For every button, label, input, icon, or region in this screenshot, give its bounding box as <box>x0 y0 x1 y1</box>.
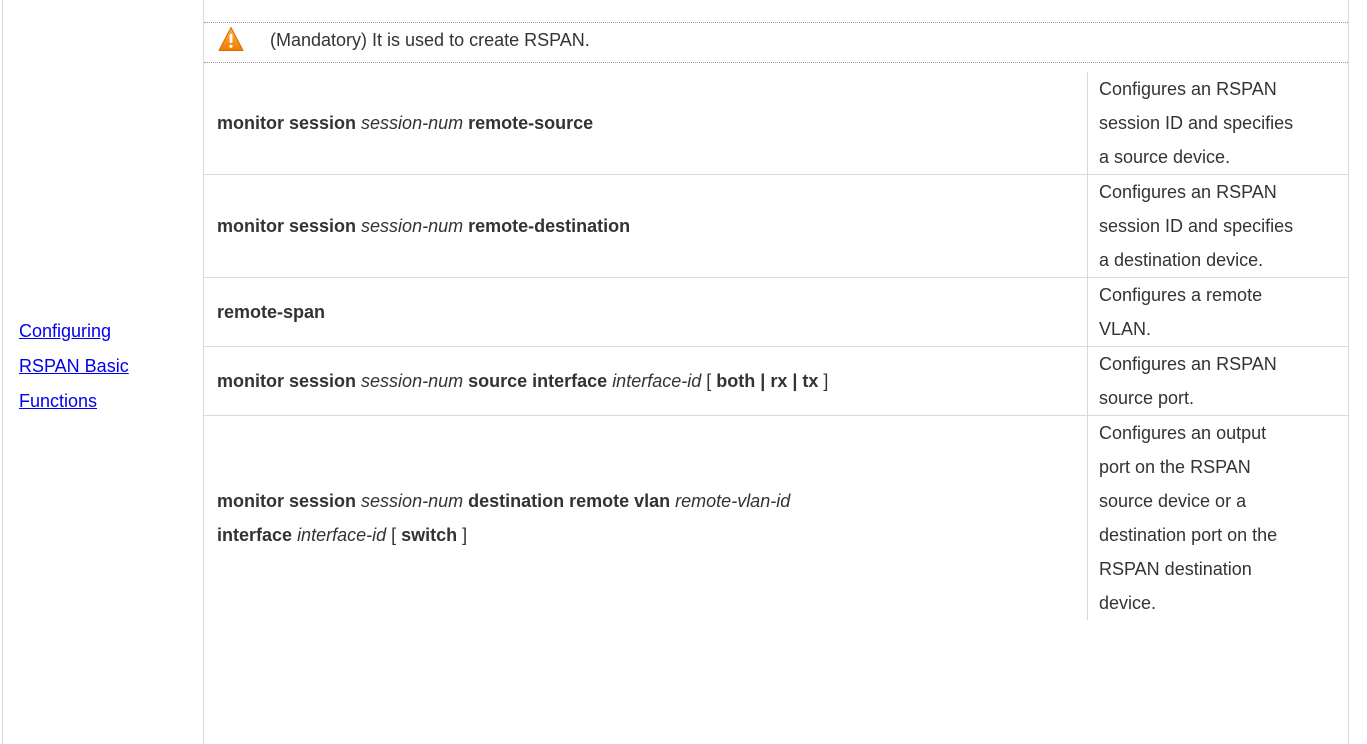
link-line-1: Configuring <box>19 321 112 341</box>
description-line: Configures an RSPAN <box>1099 182 1277 202</box>
command-keyword: both <box>716 371 756 391</box>
command-keyword: remote-span <box>217 302 326 322</box>
description-line: port on the RSPAN <box>1099 457 1251 477</box>
command-row: monitor session session-num source inter… <box>204 346 1348 416</box>
description-cell: Configures an RSPAN session ID and specif… <box>1087 72 1348 175</box>
command-keyword: switch <box>401 525 458 545</box>
description-line: session ID and specifies <box>1099 216 1294 236</box>
command-keyword: remote-destination <box>468 216 631 236</box>
command-cell: monitor session session-num source inter… <box>204 346 1088 416</box>
command-text: ] <box>818 371 829 391</box>
command-keyword: source interface <box>468 371 608 391</box>
description-line: a source device. <box>1099 147 1231 167</box>
command-table: monitor session session-num remote-sourc… <box>204 72 1348 620</box>
command-row: monitor session session-num remote-sourc… <box>204 72 1348 175</box>
command-keyword: monitor session <box>217 491 357 511</box>
description-cell: Configures an output port on the RSPAN sou… <box>1087 415 1348 620</box>
description-cell: Configures an RSPAN source port. <box>1087 346 1348 416</box>
task-cell: Configuring RSPAN Basic Functions <box>19 314 189 419</box>
link-line-3: Functions <box>19 391 98 411</box>
command-argument: remote-vlan-id <box>675 491 791 511</box>
table-left-border <box>2 0 3 744</box>
command-row: monitor session session-num remote-desti… <box>204 174 1348 278</box>
command-text: ] <box>457 525 468 545</box>
command-row: monitor session session-num destination … <box>204 415 1348 620</box>
command-keyword: monitor session <box>217 216 357 236</box>
command-table-body: monitor session session-num remote-sourc… <box>204 72 1348 620</box>
description-line: Configures an RSPAN <box>1099 354 1277 374</box>
command-argument: session-num <box>361 216 464 236</box>
document-page: Configuring RSPAN Basic Functions (Manda… <box>0 0 1367 744</box>
command-keyword: remote-source <box>468 113 594 133</box>
command-keyword: destination remote vlan <box>468 491 671 511</box>
description-line: RSPAN destination <box>1099 559 1252 579</box>
description-cell: Configures a remote VLAN. <box>1087 277 1348 347</box>
description-line: source device or a <box>1099 491 1247 511</box>
command-argument: interface-id <box>612 371 702 391</box>
command-keyword: tx <box>802 371 819 391</box>
command-argument: session-num <box>361 113 464 133</box>
description-line: device. <box>1099 593 1157 613</box>
caution-text: (Mandatory) It is used to create RSPAN. <box>270 30 590 50</box>
description-line: Configures a remote <box>1099 285 1263 305</box>
table-right-border <box>1348 0 1349 744</box>
command-keyword: monitor session <box>217 113 357 133</box>
description-line: destination port on the <box>1099 525 1278 545</box>
command-argument: interface-id <box>297 525 387 545</box>
command-keyword: monitor session <box>217 371 357 391</box>
description-line: Configures an RSPAN <box>1099 79 1277 99</box>
description-line: VLAN. <box>1099 319 1152 339</box>
command-argument: session-num <box>361 371 464 391</box>
command-cell: remote-span <box>204 277 1088 347</box>
description-line: source port. <box>1099 388 1195 408</box>
command-cell: monitor session session-num remote-desti… <box>204 174 1088 278</box>
description-line: session ID and specifies <box>1099 113 1294 133</box>
configuring-rspan-basic-functions-link[interactable]: Configuring RSPAN Basic Functions <box>19 321 129 411</box>
command-row: remote-span Configures a remote VLAN. <box>204 277 1348 347</box>
command-keyword: rx <box>770 371 788 391</box>
warning-triangle-icon <box>218 27 244 51</box>
description-line: a destination device. <box>1099 250 1264 270</box>
command-keyword: interface <box>217 525 293 545</box>
command-cell: monitor session session-num remote-sourc… <box>204 72 1088 175</box>
command-text: [ <box>701 371 717 391</box>
description-line: Configures an output <box>1099 423 1267 443</box>
command-cell: monitor session session-num destination … <box>204 415 1088 620</box>
command-argument: session-num <box>361 491 464 511</box>
command-text: [ <box>386 525 402 545</box>
link-line-2: RSPAN Basic <box>19 356 129 376</box>
description-cell: Configures an RSPAN session ID and specif… <box>1087 174 1348 278</box>
